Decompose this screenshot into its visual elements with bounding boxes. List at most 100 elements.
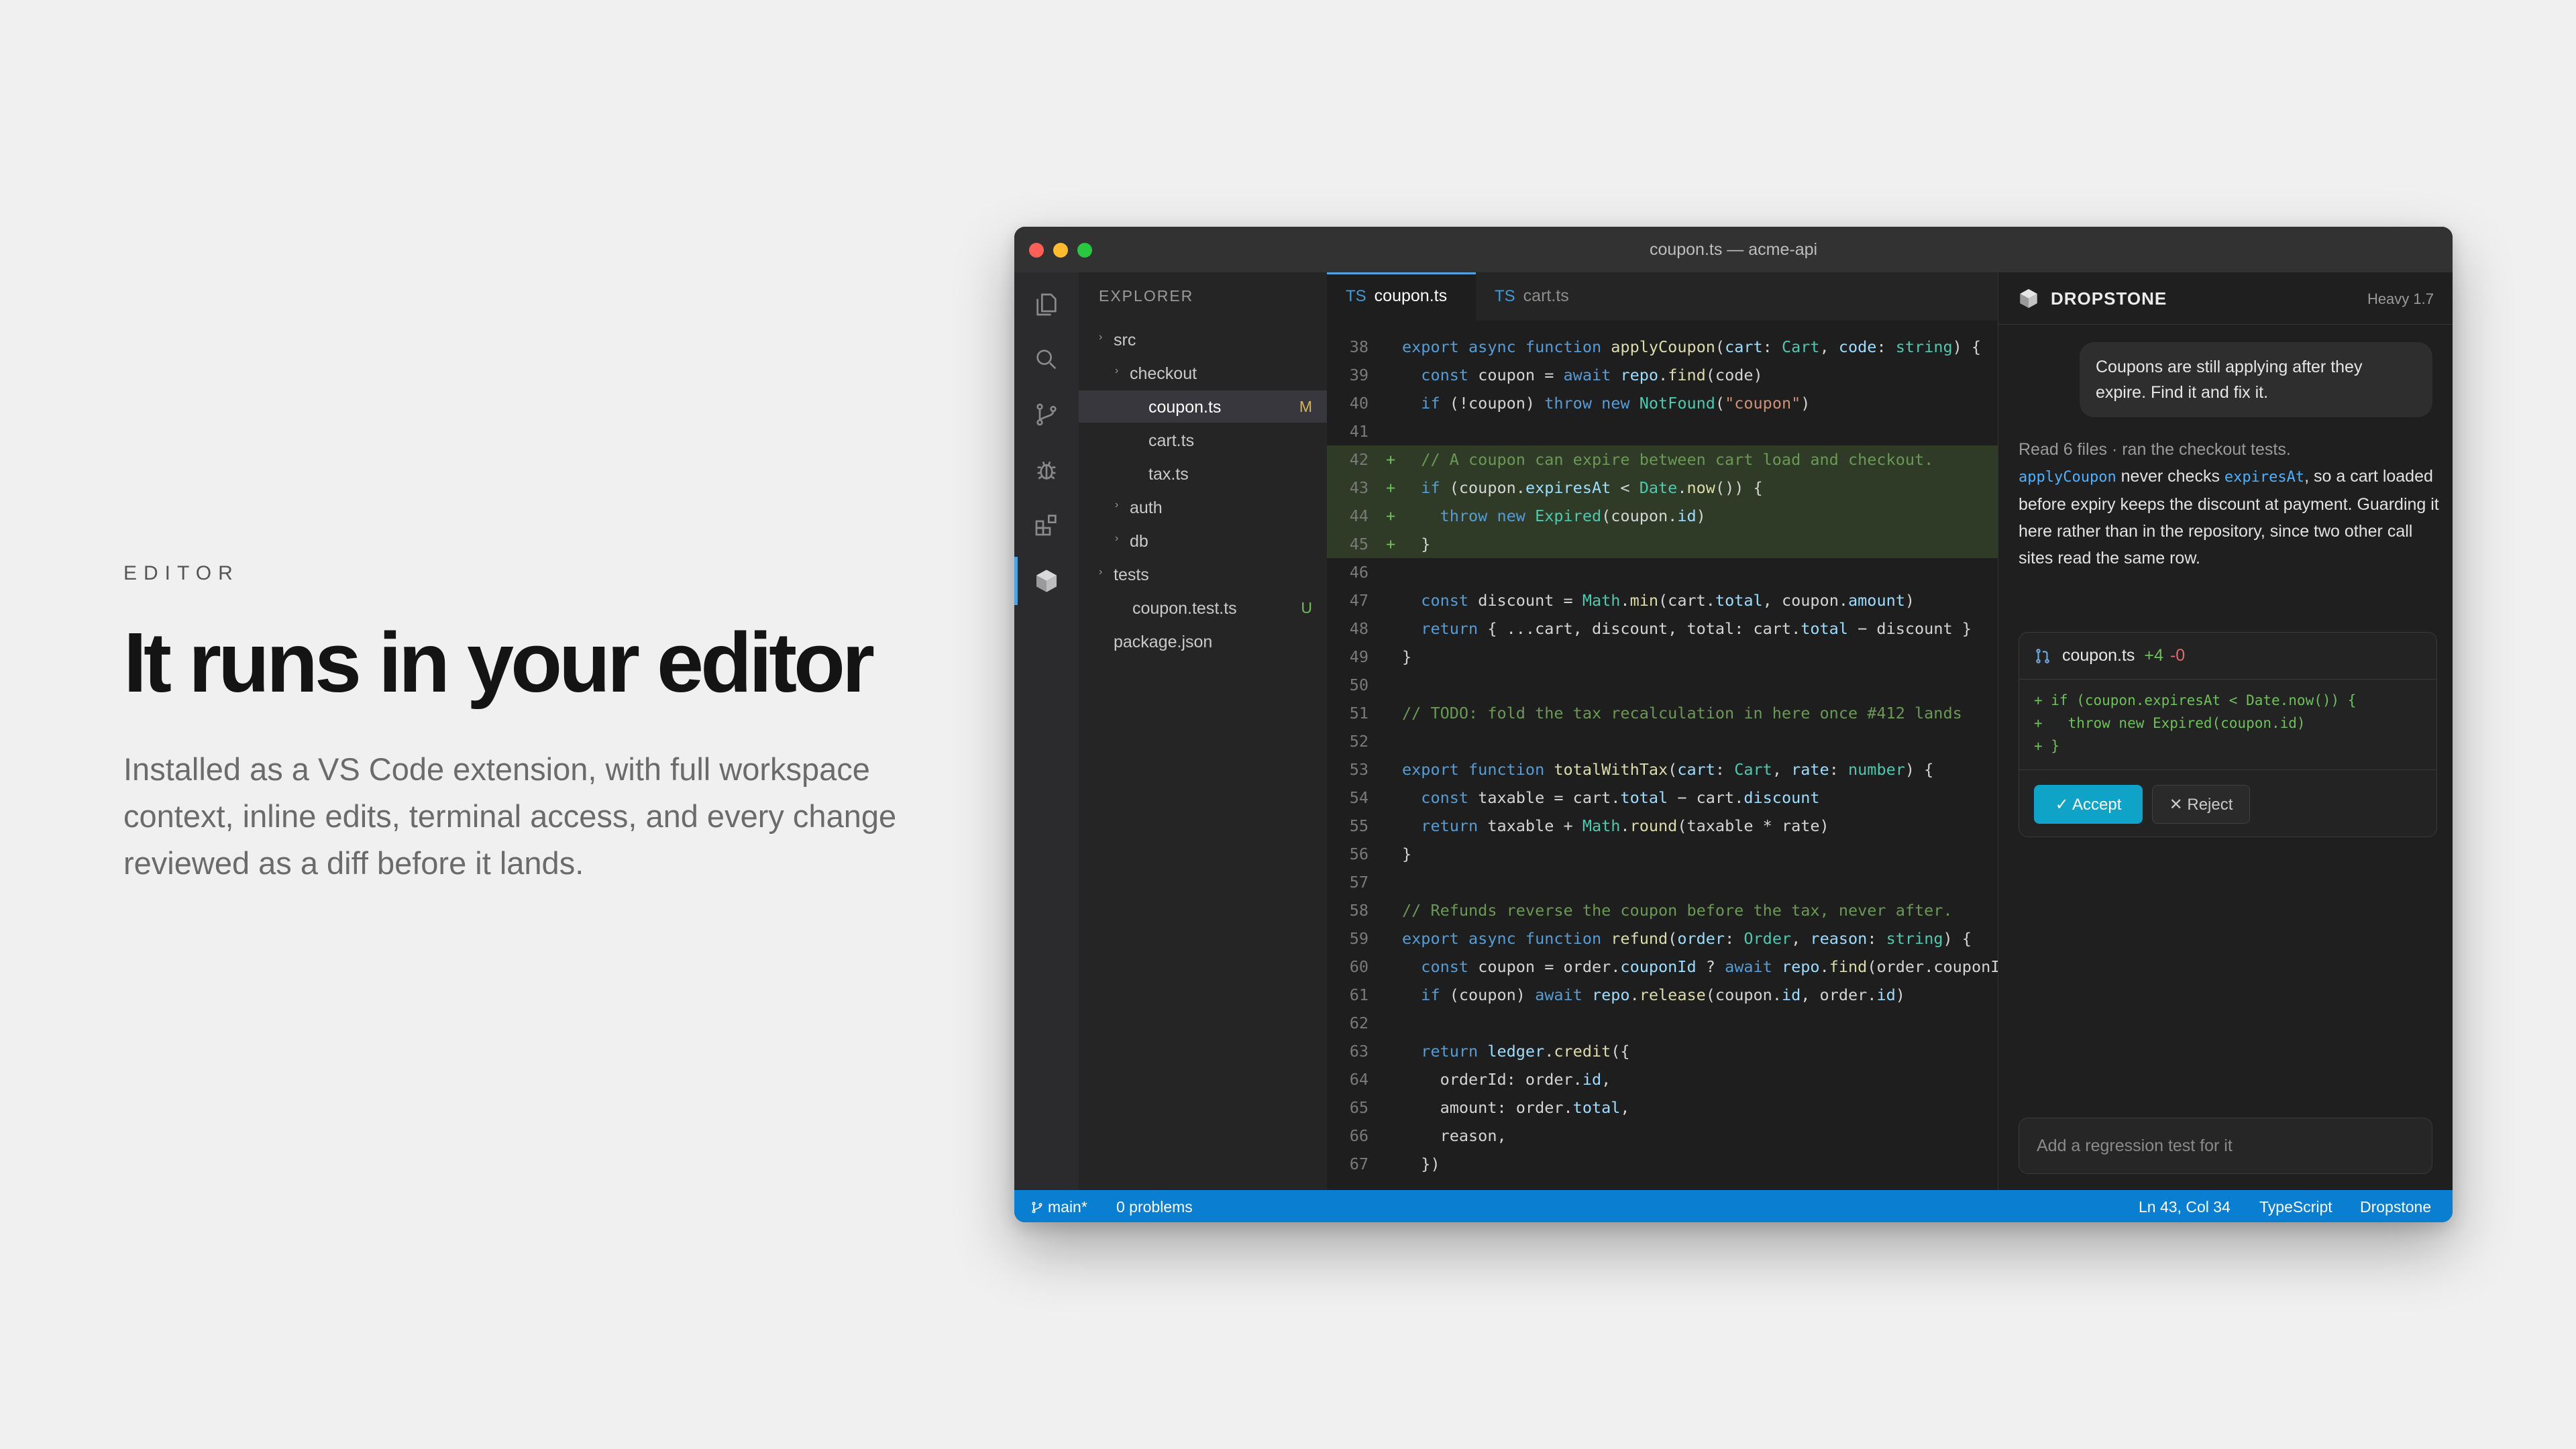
code-line[interactable]: 59 export async function refund(order: Or… xyxy=(1327,924,1998,953)
tree-folder[interactable]: › tests xyxy=(1079,558,1327,590)
code-line[interactable]: 65 amount: order.total, xyxy=(1327,1093,1998,1122)
code-line[interactable]: 66 reason, xyxy=(1327,1122,1998,1150)
line-number: 64 xyxy=(1349,1070,1368,1089)
extensions-icon[interactable] xyxy=(1030,508,1063,541)
extension-status[interactable]: Dropstone xyxy=(2360,1198,2431,1216)
editor-window: coupon.ts — acme-api EXPLORER › src › check… xyxy=(1014,227,2453,1222)
git-status-badge: M xyxy=(1299,398,1312,415)
code-line[interactable]: 64 orderId: order.id, xyxy=(1327,1065,1998,1093)
code-text: amount: order.total, xyxy=(1402,1098,1630,1117)
code-line[interactable]: 49} xyxy=(1327,643,1998,671)
code-line[interactable]: 62 xyxy=(1327,1009,1998,1037)
tree-item-label: cart.ts xyxy=(1148,431,1195,450)
accept-button[interactable]: ✓ Accept xyxy=(2034,785,2143,824)
search-icon[interactable] xyxy=(1030,343,1063,376)
explorer-sidebar: EXPLORER › src › checkout coupon.ts Mcart.ts t… xyxy=(1079,272,1327,1190)
language-mode[interactable]: TypeScript xyxy=(2259,1198,2332,1216)
branch-status[interactable]: main* xyxy=(1030,1198,1087,1216)
code-line[interactable]: 60 const coupon = order.couponId ? await… xyxy=(1327,953,1998,981)
tree-file[interactable]: coupon.test.ts U xyxy=(1079,592,1327,624)
code-line[interactable]: 40 if (!coupon) throw new NotFound("coup… xyxy=(1327,389,1998,417)
code-line[interactable]: 52 xyxy=(1327,727,1998,755)
line-number: 38 xyxy=(1349,337,1368,356)
code-text: // TODO: fold the tax recalculation in h… xyxy=(1402,704,1962,722)
line-number: 43 xyxy=(1349,478,1368,497)
code-line[interactable]: 42 + // A coupon can expire between cart … xyxy=(1327,445,1998,474)
code-line[interactable]: 39 const coupon = await repo.find(code) xyxy=(1327,361,1998,389)
activity-bar xyxy=(1014,272,1079,1190)
code-text: return { ...cart, discount, total: cart.… xyxy=(1421,619,1972,638)
line-number: 47 xyxy=(1349,591,1368,610)
editor-tabs: TS coupon.ts TS cart.ts xyxy=(1327,272,1998,321)
tree-file[interactable]: tax.ts xyxy=(1079,458,1327,490)
code-line[interactable]: 46 xyxy=(1327,558,1998,586)
line-number: 59 xyxy=(1349,929,1368,948)
code-area[interactable]: 38 export async function applyCoupon(cart… xyxy=(1327,333,1998,1178)
title-bar: coupon.ts — acme-api xyxy=(1014,227,2453,272)
code-line[interactable]: 48 return { ...cart, discount, total: ca… xyxy=(1327,614,1998,643)
diff-deletions: -0 xyxy=(2169,646,2186,665)
close-icon: ✕ xyxy=(2169,795,2188,814)
code-line[interactable]: 53 export function totalWithTax(cart: Car… xyxy=(1327,755,1998,784)
code-text: const coupon = order.couponId ? await re… xyxy=(1421,957,1998,976)
tab-label: coupon.ts xyxy=(1374,286,1448,305)
code-line[interactable]: 45 + } xyxy=(1327,530,1998,558)
code-line[interactable]: 51 // TODO: fold the tax recalculation in… xyxy=(1327,699,1998,727)
model-selector[interactable]: Heavy 1.7 xyxy=(2367,290,2434,308)
tree-folder[interactable]: › auth xyxy=(1079,491,1327,523)
code-line[interactable]: 58 // Refunds reverse the coupon before t… xyxy=(1327,896,1998,924)
tree-item-label: db xyxy=(1130,532,1148,551)
cursor-position[interactable]: Ln 43, Col 34 xyxy=(2139,1198,2231,1216)
source-control-icon[interactable] xyxy=(1030,398,1063,431)
tree-item-label: src xyxy=(1114,331,1136,350)
code-editor[interactable]: TS coupon.ts TS cart.ts 38 export async fun… xyxy=(1327,272,1998,1190)
tree-folder[interactable]: › checkout xyxy=(1079,357,1327,389)
tree-item-label: checkout xyxy=(1130,364,1197,383)
code-line[interactable]: 67 }) xyxy=(1327,1150,1998,1178)
code-text: // Refunds reverse the coupon before the… xyxy=(1402,901,1953,920)
code-line[interactable]: 50 xyxy=(1327,671,1998,699)
tree-item-label: coupon.ts xyxy=(1148,398,1222,417)
tab-cart-ts[interactable]: TS cart.ts xyxy=(1476,272,1601,321)
branch-name: main* xyxy=(1048,1198,1087,1216)
code-line[interactable]: 47 const discount = Math.min(cart.total,… xyxy=(1327,586,1998,614)
code-line[interactable]: 54 const taxable = cart.total − cart.dis… xyxy=(1327,784,1998,812)
dropstone-icon[interactable] xyxy=(1030,565,1063,597)
code-line[interactable]: 55 return taxable + Math.round(taxable *… xyxy=(1327,812,1998,840)
assistant-reply: Read 6 files · ran the checkout tests. a… xyxy=(2019,436,2443,572)
line-number: 39 xyxy=(1349,366,1368,384)
code-line[interactable]: 41 xyxy=(1327,417,1998,445)
problems-status[interactable]: 0 problems xyxy=(1116,1198,1193,1216)
accept-label: Accept xyxy=(2072,795,2122,814)
assistant-panel: DROPSTONE Heavy 1.7 Coupons are still ap… xyxy=(1998,272,2453,1190)
code-line[interactable]: 61 if (coupon) await repo.release(coupon… xyxy=(1327,981,1998,1009)
tree-file[interactable]: coupon.ts M xyxy=(1079,390,1327,423)
tree-file[interactable]: package.json xyxy=(1079,625,1327,657)
code-line[interactable]: 43 + if (coupon.expiresAt < Date.now()) { xyxy=(1327,474,1998,502)
tree-item-label: auth xyxy=(1130,498,1163,517)
chat-input[interactable] xyxy=(2019,1118,2432,1174)
diff-additions: +4 xyxy=(2144,646,2163,665)
assistant-header: DROPSTONE Heavy 1.7 xyxy=(1998,272,2453,325)
code-line[interactable]: 44 + throw new Expired(coupon.id) xyxy=(1327,502,1998,530)
code-text: } xyxy=(1402,647,1412,666)
tree-folder[interactable]: › src xyxy=(1079,323,1327,356)
code-line[interactable]: 57 xyxy=(1327,868,1998,896)
code-line[interactable]: 56} xyxy=(1327,840,1998,868)
line-number: 53 xyxy=(1349,760,1368,779)
diff-line: + } xyxy=(2034,738,2059,754)
debug-icon[interactable] xyxy=(1030,453,1063,486)
added-line-marker: + xyxy=(1386,450,1396,469)
code-line[interactable]: 38 export async function applyCoupon(cart… xyxy=(1327,333,1998,361)
hero-section: EDITOR It runs in your editor Installed … xyxy=(123,562,928,887)
code-text: }) xyxy=(1402,1155,1440,1173)
code-line[interactable]: 63 return ledger.credit({ xyxy=(1327,1037,1998,1065)
tree-file[interactable]: cart.ts xyxy=(1079,424,1327,456)
tree-folder[interactable]: › db xyxy=(1079,525,1327,557)
line-number: 52 xyxy=(1349,732,1368,751)
tab-coupon-ts[interactable]: TS coupon.ts xyxy=(1327,272,1476,321)
added-line-marker: + xyxy=(1386,506,1396,525)
reject-button[interactable]: ✕ Reject xyxy=(2152,785,2250,824)
line-number: 41 xyxy=(1349,422,1368,441)
files-icon[interactable] xyxy=(1030,288,1063,321)
